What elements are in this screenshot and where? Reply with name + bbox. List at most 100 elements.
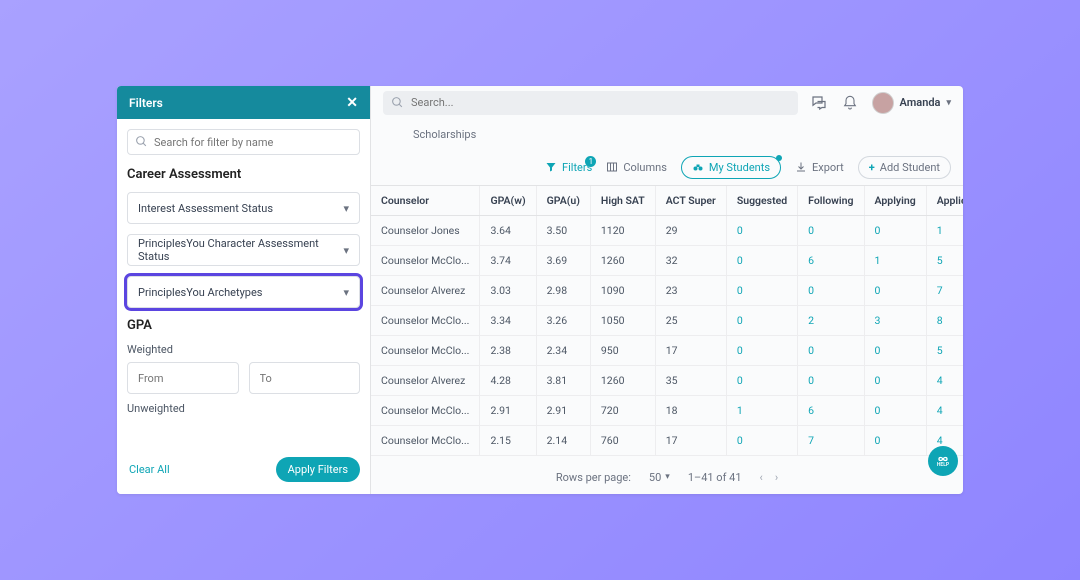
table-row[interactable]: Counselor McClo...3.343.2610502502385 ye…	[371, 306, 963, 336]
prev-page-icon[interactable]: ‹	[760, 471, 763, 484]
cell-suggested[interactable]: 0	[726, 426, 797, 456]
cell-act: 25	[655, 306, 726, 336]
cell-following[interactable]: 6	[798, 246, 864, 276]
cell-following[interactable]: 0	[798, 276, 864, 306]
rows-per-page-label: Rows per page:	[556, 471, 631, 484]
cell-suggested[interactable]: 0	[726, 366, 797, 396]
cell-gpaw: 2.38	[480, 336, 536, 366]
cell-applying[interactable]: 0	[864, 216, 926, 246]
bell-icon[interactable]	[842, 95, 858, 111]
cell-gpaw: 3.74	[480, 246, 536, 276]
select-interest-status[interactable]: Interest Assessment Status ▾	[127, 192, 360, 224]
column-header[interactable]: Following	[798, 186, 864, 216]
table-row[interactable]: Counselor McClo...2.382.349501700055 yea…	[371, 336, 963, 366]
section-gpa-title: GPA	[127, 318, 360, 333]
cell-applied[interactable]: 5	[926, 246, 963, 276]
filter-panel: Filters ✕ Career Assessment Interest Ass…	[117, 86, 371, 494]
column-header[interactable]: High SAT	[590, 186, 655, 216]
cell-counselor: Counselor McClo...	[371, 246, 480, 276]
next-page-icon[interactable]: ›	[775, 471, 778, 484]
funnel-icon	[545, 161, 557, 173]
select-principlesyou-archetypes[interactable]: PrinciplesYou Archetypes ▾	[127, 276, 360, 308]
cell-gpau: 3.81	[536, 366, 590, 396]
cell-counselor: Counselor Alverez	[371, 276, 480, 306]
columns-button[interactable]: Columns	[606, 161, 667, 174]
table-row[interactable]: Counselor Alverez3.032.9810902300075 yea…	[371, 276, 963, 306]
cell-applying[interactable]: 0	[864, 426, 926, 456]
cell-applied[interactable]: 4	[926, 396, 963, 426]
cell-following[interactable]: 6	[798, 396, 864, 426]
filter-search-input[interactable]	[127, 129, 360, 155]
gpa-weighted-to[interactable]	[249, 362, 361, 394]
cell-applying[interactable]: 0	[864, 336, 926, 366]
cell-following[interactable]: 0	[798, 366, 864, 396]
chat-icon[interactable]	[810, 94, 828, 112]
cell-following[interactable]: 7	[798, 426, 864, 456]
gpa-weighted-from[interactable]	[127, 362, 239, 394]
cell-gpau: 2.91	[536, 396, 590, 426]
column-header[interactable]: ACT Super	[655, 186, 726, 216]
column-header[interactable]: Applying	[864, 186, 926, 216]
cell-applying[interactable]: 1	[864, 246, 926, 276]
user-menu[interactable]: Amanda ▾	[872, 92, 951, 114]
tab-scholarships[interactable]: Scholarships	[413, 128, 476, 141]
rows-per-page-select[interactable]: 50 ▾	[649, 471, 670, 484]
cell-following[interactable]: 0	[798, 336, 864, 366]
cell-act: 23	[655, 276, 726, 306]
cell-suggested[interactable]: 0	[726, 336, 797, 366]
cell-applied[interactable]: 4	[926, 366, 963, 396]
table-row[interactable]: Counselor McClo...3.743.6912603206155 ye…	[371, 246, 963, 276]
filter-search[interactable]	[127, 129, 360, 155]
select-principlesyou-status[interactable]: PrinciplesYou Character Assessment Statu…	[127, 234, 360, 266]
cell-suggested[interactable]: 1	[726, 396, 797, 426]
table-row[interactable]: Counselor McClo...2.152.147601707045 yea…	[371, 426, 963, 456]
global-search[interactable]	[383, 91, 798, 115]
close-icon[interactable]: ✕	[346, 95, 358, 111]
cell-suggested[interactable]: 0	[726, 216, 797, 246]
pagination: Rows per page: 50 ▾ 1–41 of 41 ‹ ›	[371, 460, 963, 494]
column-header[interactable]: Counselor	[371, 186, 480, 216]
cell-applying[interactable]: 0	[864, 276, 926, 306]
cell-applied[interactable]: 8	[926, 306, 963, 336]
table-row[interactable]: Counselor McClo...2.912.917201816043 yea…	[371, 396, 963, 426]
gpa-weighted-label: Weighted	[127, 343, 360, 356]
cell-gpau: 3.26	[536, 306, 590, 336]
cell-applying[interactable]: 0	[864, 396, 926, 426]
cell-act: 17	[655, 336, 726, 366]
cell-following[interactable]: 0	[798, 216, 864, 246]
column-header[interactable]: GPA(u)	[536, 186, 590, 216]
my-students-button[interactable]: My Students	[681, 156, 781, 179]
user-name: Amanda	[900, 96, 941, 109]
cell-suggested[interactable]: 0	[726, 306, 797, 336]
cell-applying[interactable]: 0	[864, 366, 926, 396]
apply-filters-button[interactable]: Apply Filters	[276, 457, 360, 482]
cell-applied[interactable]: 5	[926, 336, 963, 366]
export-button[interactable]: Export	[795, 161, 844, 174]
cell-suggested[interactable]: 0	[726, 246, 797, 276]
cell-act: 32	[655, 246, 726, 276]
global-search-input[interactable]	[383, 91, 798, 115]
column-header[interactable]: Suggested	[726, 186, 797, 216]
cell-following[interactable]: 2	[798, 306, 864, 336]
filters-button[interactable]: Filters 1	[545, 161, 592, 174]
cell-applying[interactable]: 3	[864, 306, 926, 336]
cell-sat: 1260	[590, 246, 655, 276]
add-student-button[interactable]: + Add Student	[858, 156, 951, 179]
cell-applied[interactable]: 1	[926, 216, 963, 246]
clear-all-button[interactable]: Clear All	[129, 463, 170, 476]
status-dot	[776, 155, 782, 161]
chevron-down-icon: ▾	[343, 286, 349, 299]
avatar	[872, 92, 894, 114]
table-row[interactable]: Counselor Jones3.643.5011202900015 years…	[371, 216, 963, 246]
cell-suggested[interactable]: 0	[726, 276, 797, 306]
column-header[interactable]: GPA(w)	[480, 186, 536, 216]
column-header[interactable]: Applied	[926, 186, 963, 216]
cell-counselor: Counselor McClo...	[371, 396, 480, 426]
cell-gpaw: 2.15	[480, 426, 536, 456]
toolbar: Filters 1 Columns My Students Export + A…	[371, 149, 963, 185]
cell-applied[interactable]: 7	[926, 276, 963, 306]
table-row[interactable]: Counselor Alverez4.283.8112603500045 yea…	[371, 366, 963, 396]
help-fab[interactable]: HELP	[928, 446, 958, 476]
data-grid: CounselorGPA(w)GPA(u)High SATACT SuperSu…	[371, 185, 963, 460]
students-table: CounselorGPA(w)GPA(u)High SATACT SuperSu…	[371, 186, 963, 456]
